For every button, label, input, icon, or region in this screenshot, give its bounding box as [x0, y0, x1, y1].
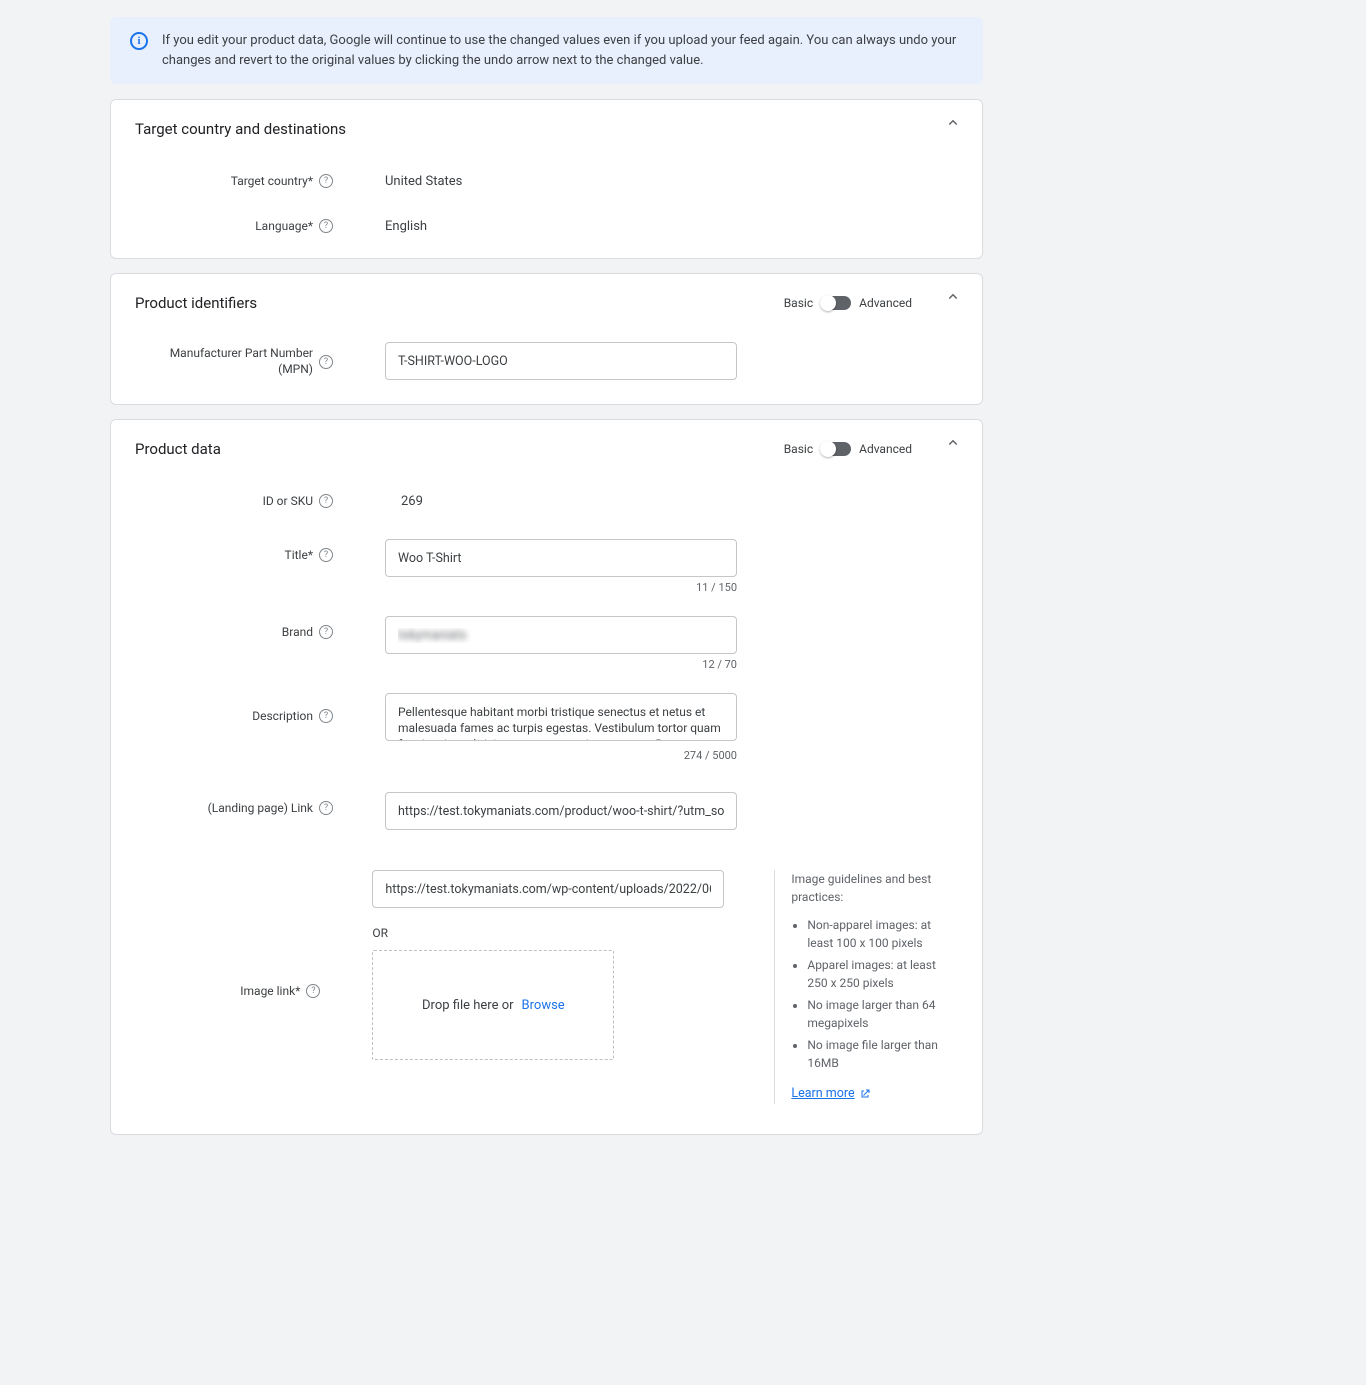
value-sku: 269 — [345, 494, 423, 509]
label-language: Language* — [255, 219, 313, 233]
mpn-input[interactable] — [385, 342, 737, 380]
help-icon[interactable]: ? — [319, 548, 333, 562]
section-title: Product data — [135, 440, 221, 458]
title-input[interactable] — [385, 539, 737, 577]
basic-advanced-toggle[interactable] — [821, 442, 851, 456]
dropzone-text: Drop file here or — [422, 998, 514, 1013]
toggle-label-basic: Basic — [784, 296, 813, 310]
info-icon: i — [130, 32, 148, 50]
label-target-country: Target country* — [231, 174, 313, 188]
image-link-input[interactable] — [372, 870, 724, 908]
help-icon[interactable]: ? — [319, 494, 333, 508]
section-identifiers: Product identifiers Basic Advanced Manuf… — [110, 273, 983, 405]
section-title: Target country and destinations — [135, 120, 346, 138]
help-icon[interactable]: ? — [319, 625, 333, 639]
browse-link[interactable]: Browse — [522, 998, 565, 1013]
toggle-label-advanced: Advanced — [859, 442, 912, 456]
image-guidelines: Image guidelines and best practices: Non… — [774, 870, 958, 1104]
help-icon[interactable]: ? — [319, 355, 333, 369]
or-label: OR — [372, 926, 724, 940]
label-title: Title* — [285, 548, 313, 562]
guideline-item: Apparel images: at least 250 x 250 pixel… — [807, 956, 958, 992]
collapse-icon[interactable] — [944, 434, 962, 456]
section-product-data: Product data Basic Advanced ID or SKU ? … — [110, 419, 983, 1135]
help-icon[interactable]: ? — [319, 219, 333, 233]
section-title: Product identifiers — [135, 294, 257, 312]
value-language: English — [345, 219, 427, 234]
guidelines-title: Image guidelines and best practices: — [791, 870, 958, 906]
help-icon[interactable]: ? — [319, 174, 333, 188]
help-icon[interactable]: ? — [306, 984, 320, 998]
section-target: Target country and destinations Target c… — [110, 99, 983, 259]
brand-input[interactable] — [385, 616, 737, 654]
label-sku: ID or SKU — [263, 494, 313, 508]
collapse-icon[interactable] — [944, 114, 962, 136]
learn-more-link[interactable]: Learn more — [791, 1085, 870, 1104]
info-banner: i If you edit your product data, Google … — [110, 17, 983, 84]
label-description: Description — [252, 709, 313, 723]
label-link: (Landing page) Link — [208, 801, 313, 815]
toggle-label-basic: Basic — [784, 442, 813, 456]
basic-advanced-toggle[interactable] — [821, 296, 851, 310]
label-image-link: Image link* — [240, 984, 300, 998]
image-dropzone[interactable]: Drop file here or Browse — [372, 950, 614, 1060]
toggle-label-advanced: Advanced — [859, 296, 912, 310]
label-mpn: Manufacturer Part Number (MPN) — [135, 346, 313, 377]
label-brand: Brand — [282, 625, 313, 639]
title-counter: 11 / 150 — [385, 581, 737, 594]
guideline-item: Non-apparel images: at least 100 x 100 p… — [807, 916, 958, 952]
collapse-icon[interactable] — [944, 288, 962, 310]
help-icon[interactable]: ? — [319, 709, 333, 723]
value-target-country: United States — [345, 174, 462, 189]
description-counter: 274 / 5000 — [385, 749, 737, 762]
info-banner-text: If you edit your product data, Google wi… — [162, 31, 963, 70]
description-input[interactable] — [385, 693, 737, 741]
guideline-item: No image larger than 64 megapixels — [807, 996, 958, 1032]
external-link-icon — [859, 1088, 871, 1100]
guideline-item: No image file larger than 16MB — [807, 1036, 958, 1072]
link-input[interactable] — [385, 792, 737, 830]
brand-counter: 12 / 70 — [385, 658, 737, 671]
help-icon[interactable]: ? — [319, 801, 333, 815]
